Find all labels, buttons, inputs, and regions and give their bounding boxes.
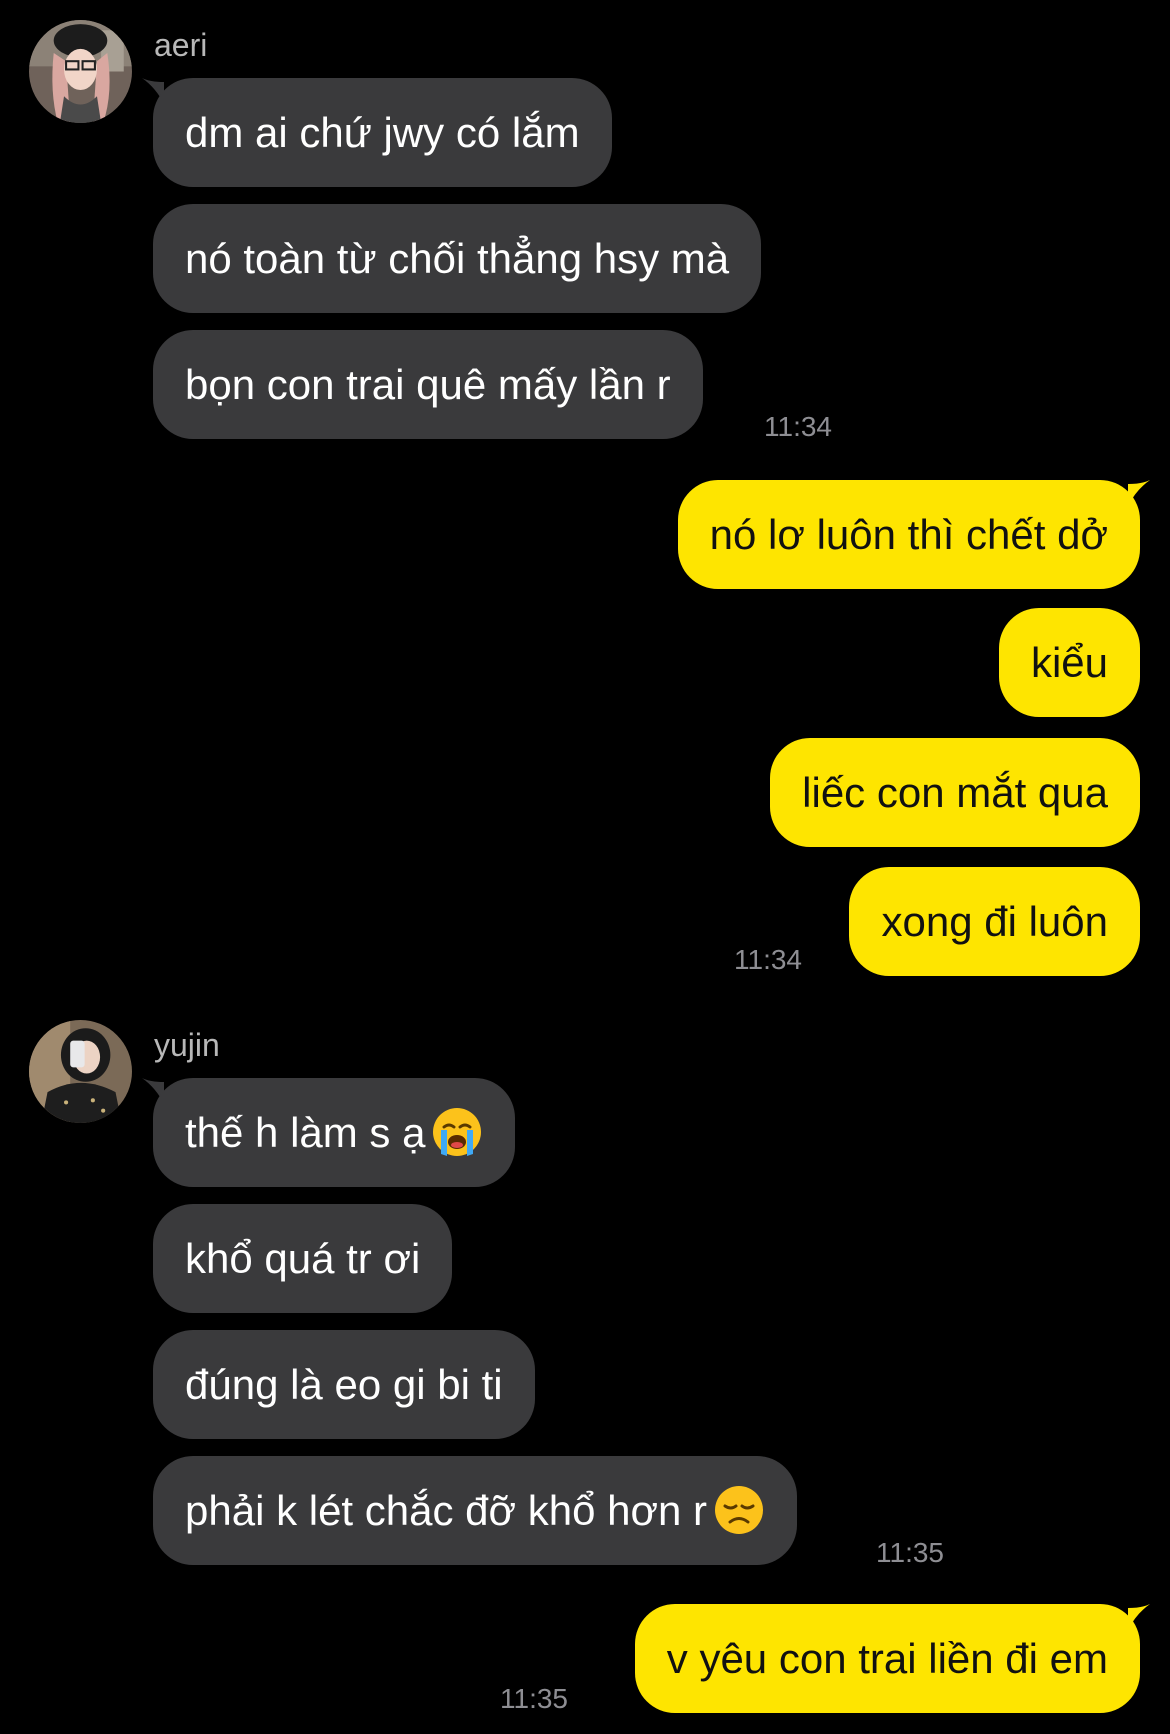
message-bubble-incoming[interactable]: nó toàn từ chối thẳng hsy mà [153,204,762,313]
sender-name-yujin: yujin [154,1027,220,1063]
message-bubble-incoming[interactable]: phải k lét chắc đỡ khổ hơn r [153,1456,798,1565]
message-bubble-incoming[interactable]: thế h làm s ạ [153,1078,516,1187]
message-bubble-outgoing[interactable]: liếc con mắt qua [770,738,1140,847]
aeri-avatar[interactable] [29,20,132,123]
loudly-crying-face-emoji [431,1106,483,1158]
message-bubble-outgoing[interactable]: xong đi luôn [849,867,1140,976]
message-bubble-outgoing[interactable]: nó lơ luôn thì chết dở [677,480,1140,589]
message-text: thế h làm s ạ [185,1109,426,1156]
message-timestamp: 11:35 [500,1683,568,1714]
yujin-avatar[interactable] [29,1020,132,1123]
aeri-avatar-icon [29,20,132,123]
disappointed-face-emoji [713,1484,765,1536]
message-timestamp: 11:34 [764,411,832,442]
message-timestamp: 11:34 [734,944,802,975]
message-bubble-incoming[interactable]: dm ai chứ jwy có lắm [153,78,612,187]
message-bubble-incoming[interactable]: bọn con trai quê mấy lần r [153,330,703,439]
message-timestamp: 11:35 [876,1537,944,1568]
message-bubble-outgoing[interactable]: v yêu con trai liền đi em [634,1604,1140,1713]
message-bubble-incoming[interactable]: đúng là eo gi bi ti [153,1330,535,1439]
message-text: phải k lét chắc đỡ khổ hơn r [185,1487,708,1534]
yujin-avatar-icon [29,1020,132,1123]
sender-name-aeri: aeri [154,27,208,63]
message-bubble-incoming[interactable]: khổ quá tr ơi [153,1204,453,1313]
message-bubble-outgoing[interactable]: kiểu [998,608,1140,717]
